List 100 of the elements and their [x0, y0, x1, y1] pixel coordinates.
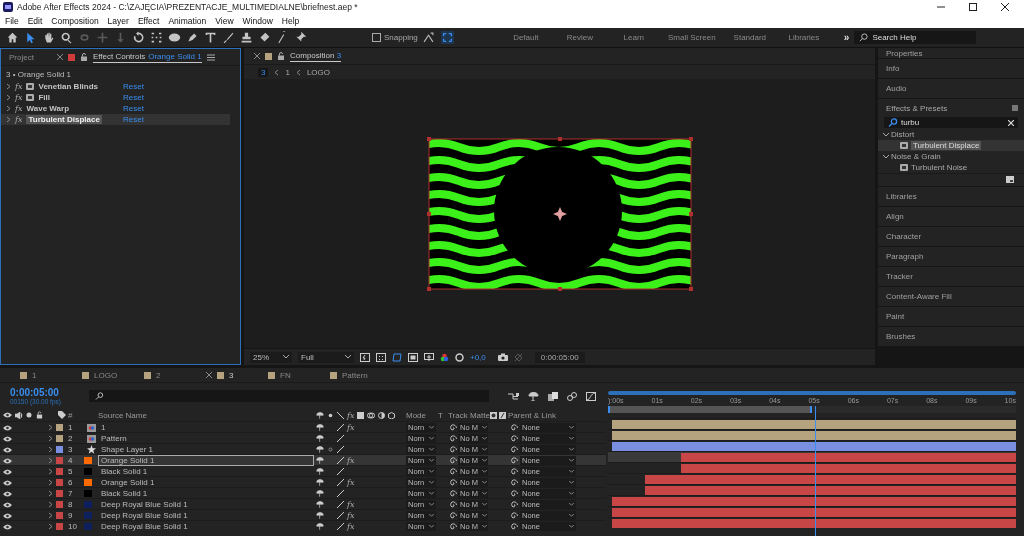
- menu-item[interactable]: Composition: [51, 16, 99, 26]
- motion-blur-icon[interactable]: [567, 391, 577, 401]
- label-color-swatch[interactable]: [56, 479, 63, 486]
- eye-icon[interactable]: [2, 479, 12, 486]
- layer-name[interactable]: Deep Royal Blue Solid 1: [98, 510, 314, 521]
- shy-icon[interactable]: [316, 446, 324, 453]
- layer-name[interactable]: Pattern: [98, 433, 314, 444]
- pen-icon[interactable]: [186, 31, 199, 44]
- workspace-tab[interactable]: Libraries: [776, 33, 831, 42]
- breadcrumb-item[interactable]: 1: [285, 67, 290, 77]
- fx-label[interactable]: fx: [347, 456, 355, 465]
- workspace-tab[interactable]: Small Screen: [660, 33, 723, 42]
- exposure-icon[interactable]: [455, 352, 464, 362]
- close-tab-icon[interactable]: [254, 53, 260, 59]
- panel-header[interactable]: Align: [878, 207, 1024, 226]
- layer-duration-bar[interactable]: [644, 485, 1016, 495]
- panel-header[interactable]: Audio: [878, 79, 1024, 98]
- close-tab-icon[interactable]: [206, 372, 212, 378]
- reset-link[interactable]: Reset: [123, 104, 144, 113]
- shy-icon[interactable]: [316, 457, 324, 464]
- shy-layers-icon[interactable]: [528, 391, 539, 401]
- clear-icon[interactable]: [1008, 119, 1014, 126]
- layer-duration-bar[interactable]: [612, 496, 1016, 506]
- breadcrumb-item[interactable]: 3: [258, 67, 269, 77]
- rotate-icon[interactable]: [132, 31, 145, 44]
- composition-tab[interactable]: 3: [229, 370, 234, 380]
- eye-icon[interactable]: [2, 468, 12, 475]
- layer-duration-bar[interactable]: [612, 441, 1016, 451]
- menu-item[interactable]: File: [5, 16, 19, 26]
- mask-visibility-icon[interactable]: [392, 352, 402, 362]
- layer-name[interactable]: Orange Solid 1: [98, 477, 314, 488]
- menu-item[interactable]: Edit: [27, 16, 43, 26]
- fx-label[interactable]: fx: [15, 82, 23, 91]
- effect-name[interactable]: Wave Warp: [26, 104, 69, 113]
- menu-item[interactable]: Animation: [168, 16, 207, 26]
- composition-tab[interactable]: FN: [280, 370, 291, 380]
- eye-icon[interactable]: [2, 424, 12, 431]
- new-folder-icon[interactable]: [1006, 175, 1014, 183]
- fx-label[interactable]: fx: [347, 423, 355, 432]
- panel-header[interactable]: Paragraph: [878, 247, 1024, 266]
- composition-tab[interactable]: 2: [156, 370, 161, 380]
- panel-header[interactable]: Info: [878, 59, 1024, 78]
- menu-item[interactable]: Layer: [107, 16, 129, 26]
- eraser-icon[interactable]: [258, 31, 271, 44]
- effect-name[interactable]: Turbulent Displace: [26, 115, 102, 124]
- eye-icon[interactable]: [2, 490, 12, 497]
- menu-item[interactable]: Window: [242, 16, 273, 26]
- layer-duration-bar[interactable]: [612, 419, 1016, 429]
- panel-header[interactable]: Properties: [878, 48, 1024, 58]
- snap-grid-icon[interactable]: [440, 31, 454, 44]
- menu-item[interactable]: Effect: [137, 16, 160, 26]
- layer-name[interactable]: Black Solid 1: [98, 488, 314, 499]
- magnifier-icon[interactable]: [60, 31, 73, 44]
- home-icon[interactable]: [6, 31, 19, 44]
- graph-editor-icon[interactable]: [586, 391, 596, 401]
- current-time[interactable]: 0:00:05:00: [10, 387, 80, 398]
- shy-icon[interactable]: [316, 424, 324, 431]
- effects-search-field[interactable]: turbu: [884, 117, 1018, 128]
- reset-link[interactable]: Reset: [123, 93, 144, 102]
- snapping-checkbox[interactable]: Snapping: [372, 33, 418, 42]
- label-color-swatch[interactable]: [56, 446, 63, 453]
- eye-icon[interactable]: [2, 435, 12, 442]
- fx-label[interactable]: fx: [347, 511, 355, 520]
- breadcrumb-item[interactable]: LOGO: [306, 67, 331, 77]
- menu-item[interactable]: View: [215, 16, 234, 26]
- lock-icon[interactable]: [79, 53, 88, 61]
- fx-label[interactable]: fx: [347, 478, 355, 487]
- selection-arrow-icon[interactable]: [24, 31, 37, 44]
- panel-header[interactable]: Libraries: [878, 187, 1024, 206]
- eye-icon[interactable]: [2, 512, 12, 519]
- frame-blending-icon[interactable]: [548, 391, 558, 401]
- result-category[interactable]: Noise & Grain: [891, 152, 941, 161]
- reset-link[interactable]: Reset: [123, 82, 144, 91]
- shy-icon[interactable]: [316, 501, 324, 508]
- layer-name[interactable]: Deep Royal Blue Solid 1: [98, 521, 314, 532]
- search-result-item[interactable]: Turbulent Displace: [911, 141, 982, 150]
- brush-icon[interactable]: [222, 31, 235, 44]
- shy-icon[interactable]: [316, 523, 324, 530]
- panel-header[interactable]: Brushes: [878, 327, 1024, 346]
- panel-header[interactable]: Tracker: [878, 267, 1024, 286]
- resolution-dropdown[interactable]: Full: [298, 351, 354, 363]
- exposure-value[interactable]: +0,0: [470, 352, 486, 362]
- label-color-swatch[interactable]: [56, 424, 63, 431]
- layer-name[interactable]: Shape Layer 1: [98, 444, 314, 455]
- composition-tab[interactable]: Pattern: [342, 370, 368, 380]
- search-result-item[interactable]: Turbulent Noise: [911, 163, 968, 172]
- layer-search-field[interactable]: [89, 390, 489, 402]
- layer-name[interactable]: 1: [98, 422, 314, 433]
- layer-duration-bar[interactable]: [612, 507, 1016, 517]
- sun-icon[interactable]: [327, 446, 334, 453]
- eye-icon[interactable]: [2, 501, 12, 508]
- more-workspaces-button[interactable]: »: [843, 32, 850, 43]
- panel-header[interactable]: Character: [878, 227, 1024, 246]
- shy-icon[interactable]: [316, 490, 324, 497]
- label-color-swatch[interactable]: [56, 468, 63, 475]
- menu-icon[interactable]: [206, 53, 215, 61]
- hand-icon[interactable]: [42, 31, 55, 44]
- panel-tab[interactable]: Project: [9, 52, 34, 62]
- eye-icon[interactable]: [2, 523, 12, 530]
- composition-tab[interactable]: 1: [32, 370, 37, 380]
